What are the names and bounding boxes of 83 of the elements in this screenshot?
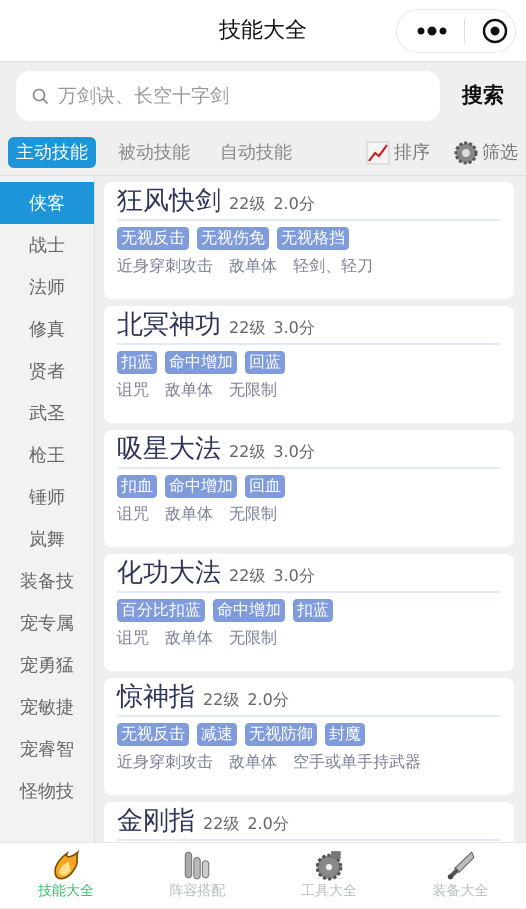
sidebar-item[interactable]: 锤师 xyxy=(0,476,94,518)
skill-score: 3.0分 xyxy=(273,318,315,338)
skill-level: 22级 xyxy=(203,690,240,710)
skill-attribute: 近身穿刺攻击 xyxy=(117,256,213,276)
skill-level: 22级 xyxy=(203,814,240,834)
skill-card[interactable]: 北冥神功 22级 3.0分 扣蓝 命中增加 回蓝 诅咒 敌单体 无限制 xyxy=(104,306,514,423)
tab[interactable]: 主动技能 xyxy=(8,137,96,168)
skill-attribute: 诅咒 xyxy=(117,628,149,648)
tag: 命中增加 xyxy=(213,599,285,622)
skill-score: 2.0分 xyxy=(247,690,289,710)
skill-attribute: 空手或单手持武器 xyxy=(293,752,421,772)
skill-attribute: 近身穿刺攻击 xyxy=(117,752,213,772)
sidebar-item[interactable]: 武圣 xyxy=(0,392,94,434)
tag: 扣蓝 xyxy=(293,599,333,622)
skill-score: 2.0分 xyxy=(247,814,289,834)
skill-name: 北冥神功 xyxy=(117,310,221,342)
tag: 无视防御 xyxy=(245,723,317,746)
more-icon[interactable] xyxy=(417,26,447,36)
tag: 减速 xyxy=(197,723,237,746)
skill-level: 22级 xyxy=(229,566,266,586)
sidebar-item[interactable]: 战士 xyxy=(0,224,94,266)
tag: 无视反击 xyxy=(117,723,189,746)
skill-name: 吸星大法 xyxy=(117,434,221,466)
skill-name: 狂风快剑 xyxy=(117,186,221,218)
tab[interactable]: 被动技能 xyxy=(110,137,198,168)
skill-attribute: 敌单体 xyxy=(165,380,213,400)
skill-score: 3.0分 xyxy=(273,442,315,462)
skill-card[interactable]: 金刚指 22级 2.0分 xyxy=(104,802,514,842)
skill-attribute: 敌单体 xyxy=(165,504,213,524)
tag: 回血 xyxy=(245,475,285,498)
tag: 扣蓝 xyxy=(117,351,157,374)
tag: 无视反击 xyxy=(117,227,189,250)
search-field[interactable]: 万剑诀、长空十字剑 xyxy=(16,71,440,121)
skill-level: 22级 xyxy=(229,194,266,214)
page-title: 技能大全 xyxy=(219,17,307,45)
gear-icon xyxy=(312,849,345,881)
chart-icon xyxy=(366,140,390,164)
tag: 回蓝 xyxy=(245,351,285,374)
sidebar-item[interactable]: 法师 xyxy=(0,266,94,308)
close-icon[interactable] xyxy=(482,18,508,44)
gear-icon xyxy=(454,140,478,164)
sidebar-item[interactable]: 修真 xyxy=(0,308,94,350)
tag: 封魔 xyxy=(325,723,365,746)
sidebar-item[interactable]: 宠睿智 xyxy=(0,728,94,770)
skill-level: 22级 xyxy=(229,318,266,338)
skill-card[interactable]: 狂风快剑 22级 2.0分 无视反击 无视伤免 无视格挡 近身穿刺攻击 敌单体 轻剑、轻刀 xyxy=(104,182,514,299)
skill-attribute: 无限制 xyxy=(229,504,277,524)
search-button[interactable]: 搜索 xyxy=(456,79,510,113)
skill-attribute: 诅咒 xyxy=(117,504,149,524)
tag: 命中增加 xyxy=(165,351,237,374)
tool-button[interactable]: 筛选 xyxy=(454,139,518,166)
skill-name: 金刚指 xyxy=(117,806,195,838)
skill-attribute: 敌单体 xyxy=(229,256,277,276)
sidebar-item[interactable]: 装备技 xyxy=(0,560,94,602)
sidebar-item[interactable]: 怪物技 xyxy=(0,770,94,812)
sidebar-item[interactable]: 岚舞 xyxy=(0,518,94,560)
skill-level: 22级 xyxy=(229,442,266,462)
tag: 命中增加 xyxy=(165,475,237,498)
sidebar-item[interactable]: 侠客 xyxy=(0,182,94,224)
skill-card[interactable]: 惊神指 22级 2.0分 无视反击 减速 无视防御 封魔 近身穿刺攻击 敌单体 空手或单手持武器 xyxy=(104,678,514,795)
sidebar-item[interactable]: 贤者 xyxy=(0,350,94,392)
tag: 扣血 xyxy=(117,475,157,498)
skill-attribute: 敌单体 xyxy=(229,752,277,772)
tag: 无视格挡 xyxy=(277,227,349,250)
tag: 无视伤免 xyxy=(197,227,269,250)
skill-attribute: 无限制 xyxy=(229,628,277,648)
skill-attribute: 无限制 xyxy=(229,380,277,400)
skill-name: 惊神指 xyxy=(117,682,195,714)
skill-attribute: 敌单体 xyxy=(165,628,213,648)
skill-attribute: 轻剑、轻刀 xyxy=(293,256,373,276)
sidebar-item[interactable]: 宠敏捷 xyxy=(0,686,94,728)
tag: 百分比扣蓝 xyxy=(117,599,205,622)
tool-button[interactable]: 排序 xyxy=(366,139,430,166)
skill-name: 化功大法 xyxy=(117,558,221,590)
tab[interactable]: 自动技能 xyxy=(212,137,300,168)
sidebar-item[interactable]: 枪王 xyxy=(0,434,94,476)
skill-card[interactable]: 化功大法 22级 3.0分 百分比扣蓝 命中增加 扣蓝 诅咒 敌单体 无限制 xyxy=(104,554,514,671)
skill-card[interactable]: 吸星大法 22级 3.0分 扣血 命中增加 回血 诅咒 敌单体 无限制 xyxy=(104,430,514,547)
skill-score: 2.0分 xyxy=(273,194,315,214)
skill-score: 3.0分 xyxy=(273,566,315,586)
sidebar-item[interactable]: 宠专属 xyxy=(0,602,94,644)
sidebar-item[interactable]: 宠勇猛 xyxy=(0,644,94,686)
skill-attribute: 诅咒 xyxy=(117,380,149,400)
